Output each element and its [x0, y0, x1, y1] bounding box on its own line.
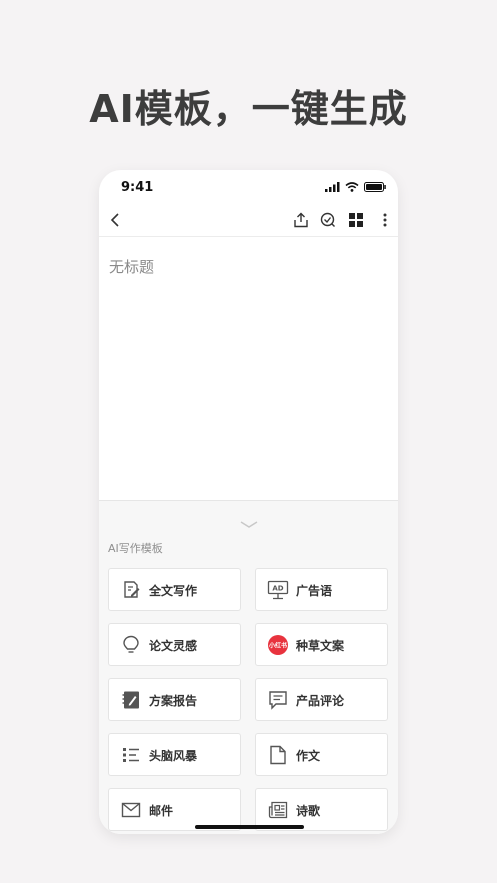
template-card-paper-ideas[interactable]: 论文灵感: [108, 623, 241, 666]
template-label: 作文: [296, 749, 321, 763]
template-label: 产品评论: [296, 694, 345, 708]
template-label: 邮件: [149, 804, 174, 818]
xiaohongshu-logo: 小红书: [267, 634, 289, 656]
ai-template-panel: AI写作模板 全文写作 AD 广告语 论文灵感 小红书 种草文案 方案报告 产品…: [99, 500, 398, 834]
check-circle-icon[interactable]: [319, 211, 337, 229]
collapse-chevron-icon[interactable]: [239, 515, 259, 528]
status-bar: 9:41: [99, 170, 398, 204]
template-label: 方案报告: [149, 694, 198, 708]
more-vertical-icon[interactable]: [376, 211, 394, 229]
status-indicators: [325, 182, 386, 192]
file-icon: [267, 744, 289, 766]
wifi-icon: [345, 182, 359, 192]
grid-icon[interactable]: [347, 211, 365, 229]
template-card-proposal-report[interactable]: 方案报告: [108, 678, 241, 721]
back-icon[interactable]: [106, 211, 124, 229]
template-label: 广告语: [296, 584, 333, 598]
template-card-product-review[interactable]: 产品评论: [255, 678, 388, 721]
list-icon: [120, 744, 142, 766]
template-card-essay[interactable]: 作文: [255, 733, 388, 776]
template-card-slogan[interactable]: AD 广告语: [255, 568, 388, 611]
comment-icon: [267, 689, 289, 711]
lightbulb-icon: [120, 634, 142, 656]
battery-icon: [364, 182, 386, 192]
svg-text:小红书: 小红书: [268, 642, 287, 650]
document-title[interactable]: 无标题: [109, 256, 154, 277]
template-label: 种草文案: [296, 639, 345, 653]
section-label: AI写作模板: [108, 542, 163, 555]
phone-frame: 9:41 无标题 AI写作模板 全文写作 AD 广告语 论文灵感 小红书 种草文…: [99, 170, 398, 834]
newspaper-icon: [267, 799, 289, 821]
template-label: 诗歌: [296, 804, 321, 818]
template-label: 头脑风暴: [149, 749, 198, 763]
template-card-seeding-copy[interactable]: 小红书 种草文案: [255, 623, 388, 666]
svg-text:AD: AD: [272, 585, 283, 593]
editor-toolbar: [99, 204, 398, 237]
status-time: 9:41: [121, 180, 154, 195]
signal-icon: [325, 182, 340, 192]
home-indicator[interactable]: [195, 825, 304, 829]
notebook-icon: [120, 689, 142, 711]
template-label: 论文灵感: [149, 639, 198, 653]
mail-icon: [120, 799, 142, 821]
share-icon[interactable]: [292, 211, 310, 229]
template-card-brainstorm[interactable]: 头脑风暴: [108, 733, 241, 776]
template-label: 全文写作: [149, 584, 198, 598]
edit-document-icon: [120, 579, 142, 601]
ad-monitor-icon: AD: [267, 579, 289, 601]
template-card-full-writing[interactable]: 全文写作: [108, 568, 241, 611]
promo-headline: AI模板，一键生成: [89, 87, 408, 131]
